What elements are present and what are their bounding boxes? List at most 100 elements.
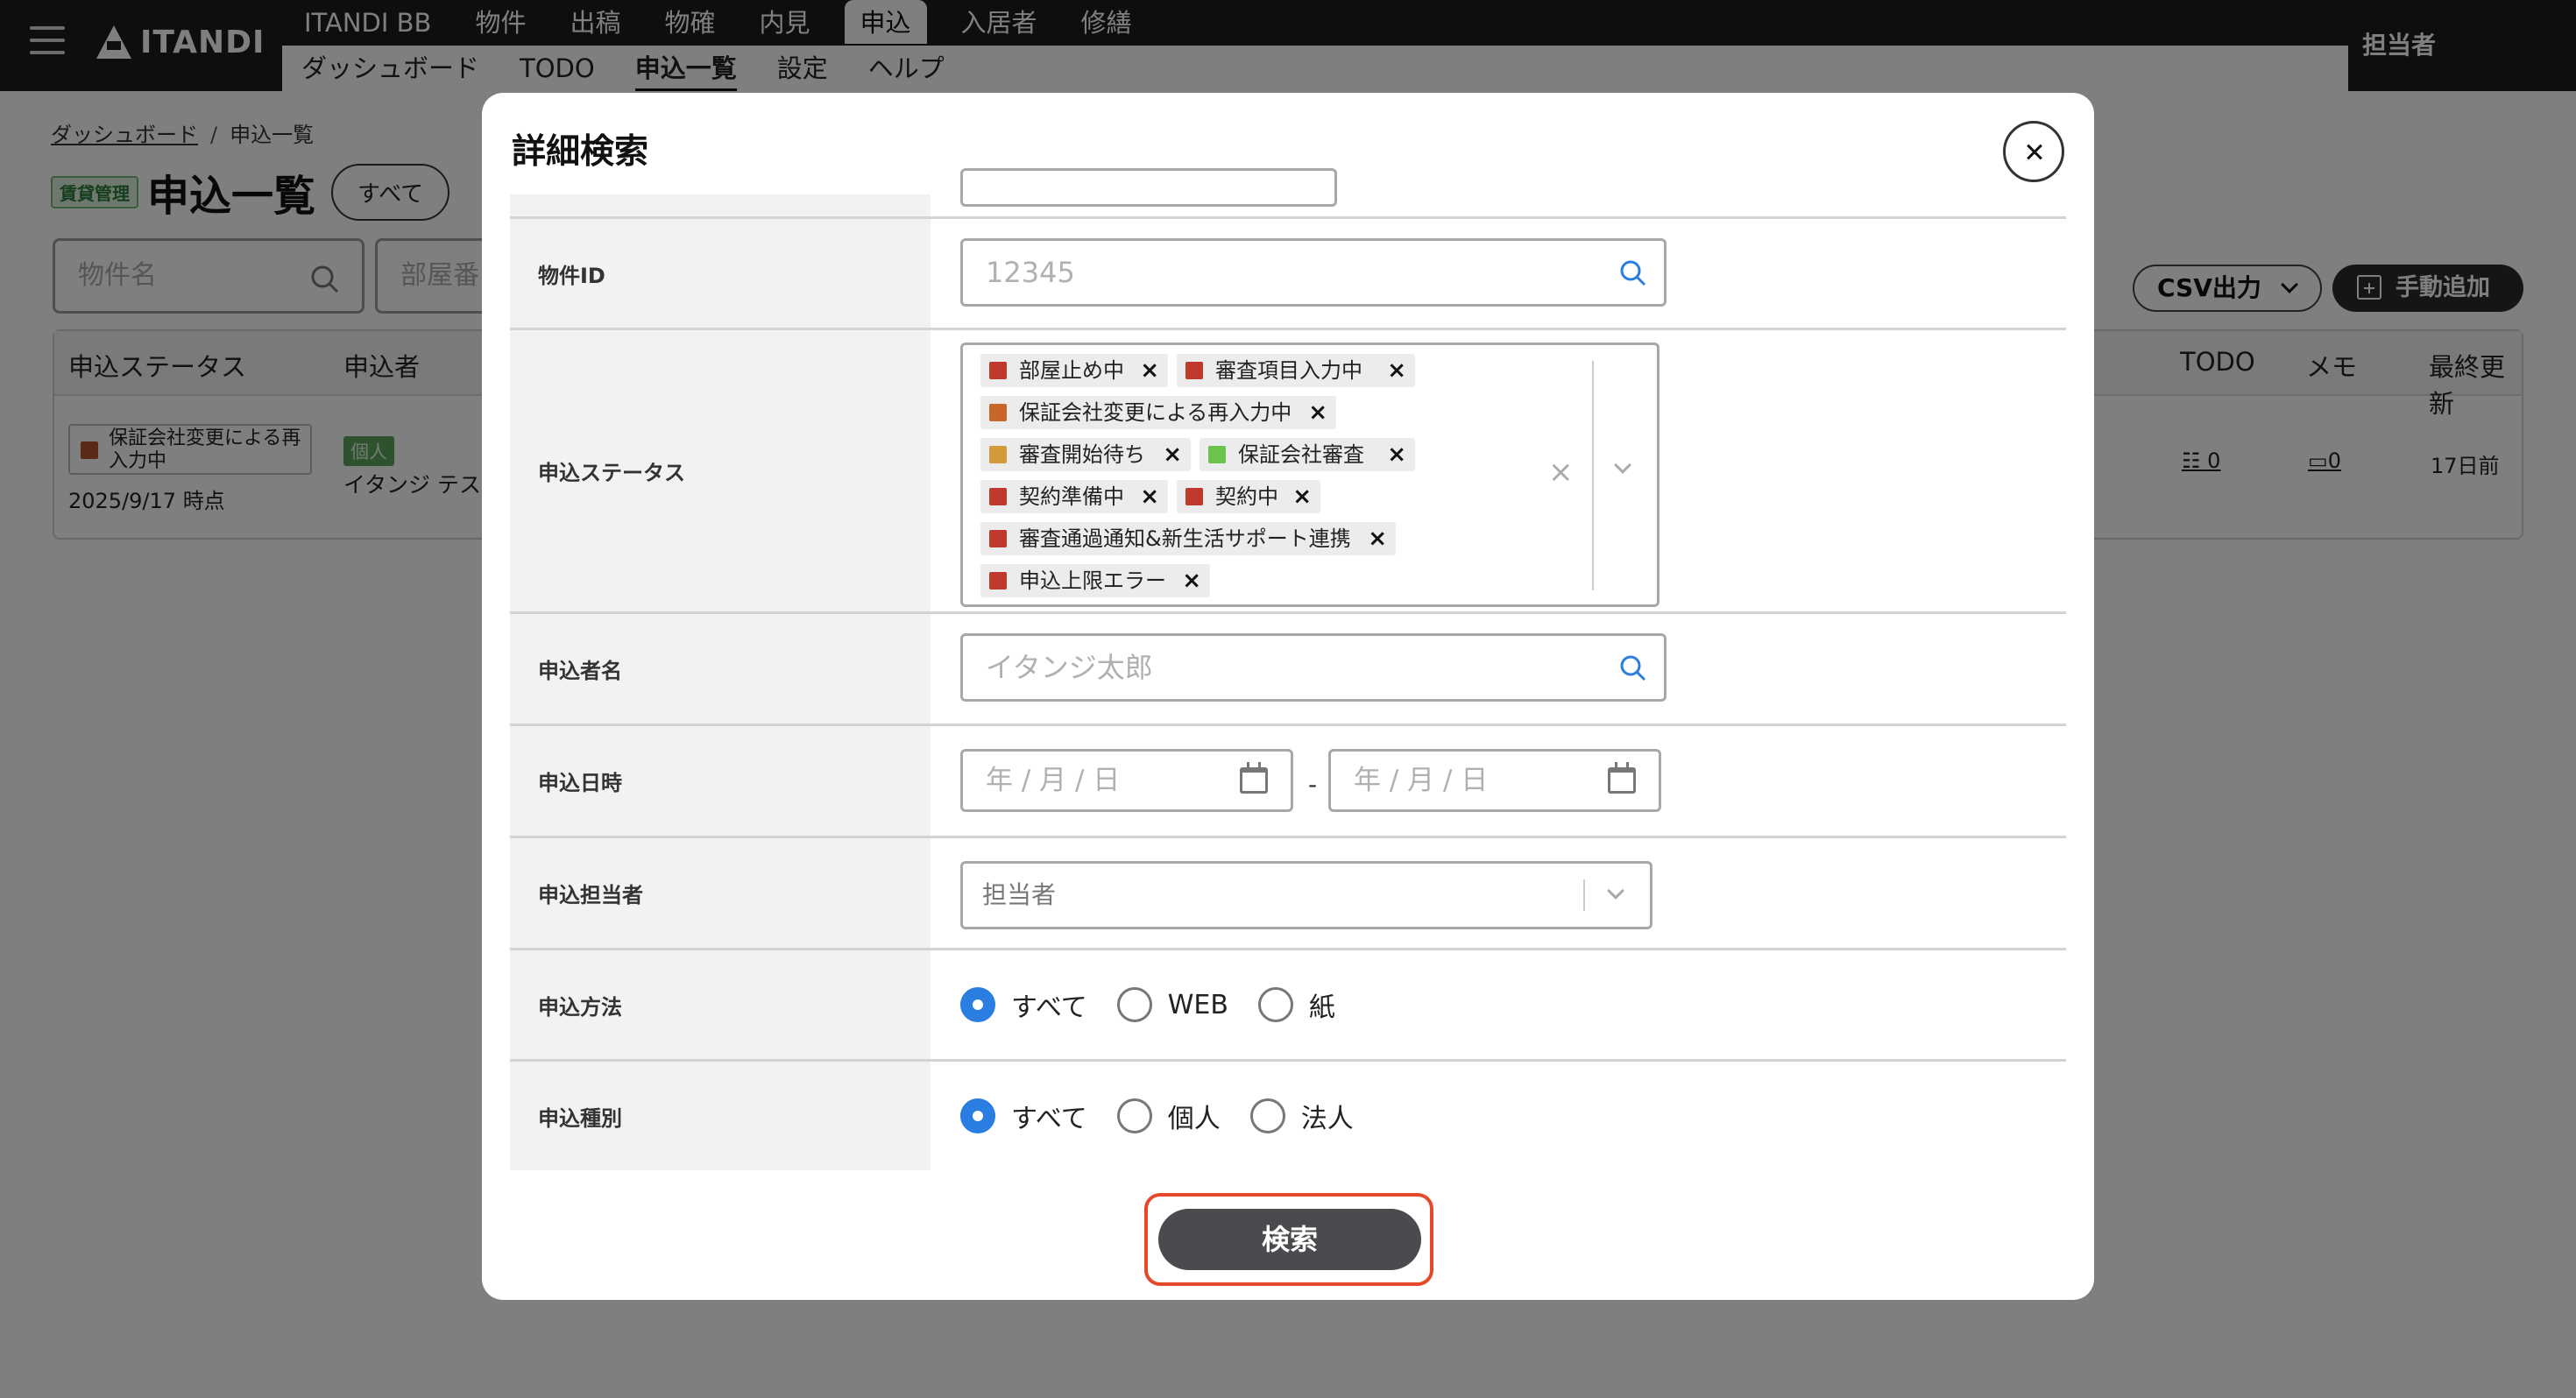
remove-tag-icon[interactable]: × [1182, 564, 1201, 597]
radio-selected-icon [960, 987, 995, 1022]
row-applicant-name: 申込者名 イタンジ太郎 [510, 614, 2066, 726]
radio-empty-icon [1116, 987, 1152, 1022]
status-color-swatch [989, 488, 1007, 505]
status-color-swatch [989, 362, 1007, 379]
status-tag: 契約中 × [1177, 480, 1320, 513]
status-tag-label: 保証会社審査 [1238, 442, 1364, 467]
assignee-placeholder: 担当者 [982, 880, 1057, 909]
applicant-name-placeholder: イタンジ太郎 [986, 651, 1153, 684]
close-icon[interactable] [2003, 121, 2064, 182]
status-multi-select[interactable]: 部屋止め中 × 審査項目入力中 × 保証会社変更による再入力中 × 審査開始待ち × 保… [960, 342, 1660, 607]
remove-tag-icon[interactable]: × [1140, 480, 1159, 513]
remove-tag-icon[interactable]: × [1368, 522, 1387, 555]
previous-input-partial[interactable] [960, 168, 1337, 207]
search-icon [1620, 260, 1646, 286]
remove-tag-icon[interactable]: × [1387, 354, 1406, 387]
date-to-placeholder: 年 / 月 / 日 [1354, 765, 1489, 796]
search-button[interactable]: 検索 [1158, 1209, 1421, 1270]
kind-option-label: 個人 [1167, 1104, 1221, 1134]
row-kind: 申込種別 すべて 個人 法人 [510, 1062, 2066, 1170]
radio-empty-icon [1257, 987, 1293, 1022]
previous-row-label-cell [510, 194, 931, 216]
status-color-swatch [1185, 488, 1203, 505]
method-label: 申込方法 [510, 950, 931, 1059]
status-tag: 審査通過通知&新生活サポート連携 × [980, 522, 1396, 555]
row-method: 申込方法 すべて WEB 紙 [510, 950, 2066, 1062]
status-tag-label: 審査開始待ち [1019, 442, 1145, 467]
kind-option-label: すべて [1011, 1104, 1087, 1134]
method-radio-web[interactable]: WEB [1116, 987, 1228, 1022]
status-color-swatch [1185, 362, 1203, 379]
method-radio-group: すべて WEB 紙 [960, 985, 1365, 1024]
applied-at-label: 申込日時 [510, 726, 931, 836]
status-color-swatch [989, 572, 1007, 590]
remove-tag-icon[interactable]: × [1292, 480, 1312, 513]
status-color-swatch [989, 446, 1007, 463]
status-tag-label: 申込上限エラー [1019, 568, 1166, 593]
select-separator [1583, 879, 1585, 911]
method-radio-all[interactable]: すべて [960, 985, 1087, 1024]
assignee-label: 申込担当者 [510, 838, 931, 948]
chevron-down-icon[interactable] [1614, 456, 1631, 474]
property-id-placeholder: 12345 [986, 256, 1075, 289]
search-form: 物件ID 12345 申込ステータス 部屋止め中 × 審査項目入力中 × 保証会社変… [510, 168, 2066, 1170]
status-tag-label: 部屋止め中 [1019, 358, 1124, 383]
status-tag: 審査開始待ち × [980, 438, 1191, 471]
select-separator [1592, 361, 1594, 590]
status-tag: 保証会社審査 × [1200, 438, 1415, 471]
kind-option-label: 法人 [1300, 1104, 1354, 1134]
kind-radio-all[interactable]: すべて [960, 1097, 1087, 1135]
remove-tag-icon[interactable]: × [1140, 354, 1159, 387]
search-button-highlight: 検索 [1144, 1193, 1433, 1286]
chevron-down-icon [1607, 882, 1624, 900]
search-icon [1620, 655, 1646, 681]
remove-tag-icon[interactable]: × [1387, 438, 1406, 471]
method-option-label: WEB [1167, 989, 1228, 1020]
row-applied-at: 申込日時 年 / 月 / 日 - 年 / 月 / 日 [510, 726, 2066, 838]
date-range-separator: - [1308, 770, 1318, 799]
advanced-search-modal: 詳細検索 物件ID 12345 申込ステータス 部屋止め中 × 審査項目入力中 × … [482, 93, 2094, 1300]
date-from-input[interactable]: 年 / 月 / 日 [960, 749, 1293, 812]
status-tag-label: 保証会社変更による再入力中 [1019, 400, 1292, 425]
status-color-swatch [1208, 446, 1226, 463]
status-tag-label: 審査項目入力中 [1215, 358, 1362, 383]
radio-empty-icon [1249, 1098, 1285, 1133]
method-option-label: 紙 [1308, 992, 1335, 1023]
property-id-input[interactable]: 12345 [960, 238, 1667, 307]
kind-label: 申込種別 [510, 1062, 931, 1170]
calendar-icon[interactable] [1608, 762, 1636, 794]
status-tag: 契約準備中 × [980, 480, 1168, 513]
status-tag-label: 契約準備中 [1019, 484, 1124, 509]
property-id-label: 物件ID [510, 219, 931, 328]
applicant-name-label: 申込者名 [510, 614, 931, 724]
status-tag-label: 審査通過通知&新生活サポート連携 [1019, 526, 1351, 551]
kind-radio-corporate[interactable]: 法人 [1249, 1097, 1354, 1135]
row-status: 申込ステータス 部屋止め中 × 審査項目入力中 × 保証会社変更による再入力中 × 審… [510, 330, 2066, 614]
method-radio-paper[interactable]: 紙 [1257, 985, 1335, 1024]
remove-tag-icon[interactable]: × [1308, 396, 1327, 429]
row-property-id: 物件ID 12345 [510, 219, 2066, 330]
kind-radio-group: すべて 個人 法人 [960, 1097, 1384, 1135]
date-from-placeholder: 年 / 月 / 日 [986, 765, 1121, 796]
radio-selected-icon [960, 1098, 995, 1133]
remove-tag-icon[interactable]: × [1163, 438, 1182, 471]
applicant-name-input[interactable]: イタンジ太郎 [960, 633, 1667, 702]
calendar-icon[interactable] [1240, 762, 1268, 794]
status-tag-label: 契約中 [1215, 484, 1278, 509]
status-tag: 部屋止め中 × [980, 354, 1168, 387]
status-color-swatch [989, 530, 1007, 547]
previous-row-partial [510, 168, 2066, 219]
status-label: 申込ステータス [510, 330, 931, 611]
assignee-select[interactable]: 担当者 [960, 861, 1652, 929]
clear-all-icon[interactable]: × [1548, 457, 1574, 487]
method-option-label: すべて [1011, 992, 1087, 1023]
radio-empty-icon [1116, 1098, 1152, 1133]
row-assignee: 申込担当者 担当者 [510, 838, 2066, 950]
modal-title: 詳細検索 [512, 132, 649, 172]
status-tag: 申込上限エラー × [980, 564, 1210, 597]
date-to-input[interactable]: 年 / 月 / 日 [1328, 749, 1661, 812]
kind-radio-individual[interactable]: 個人 [1116, 1097, 1221, 1135]
status-tag: 審査項目入力中 × [1177, 354, 1415, 387]
status-color-swatch [989, 404, 1007, 421]
status-tag: 保証会社変更による再入力中 × [980, 396, 1336, 429]
